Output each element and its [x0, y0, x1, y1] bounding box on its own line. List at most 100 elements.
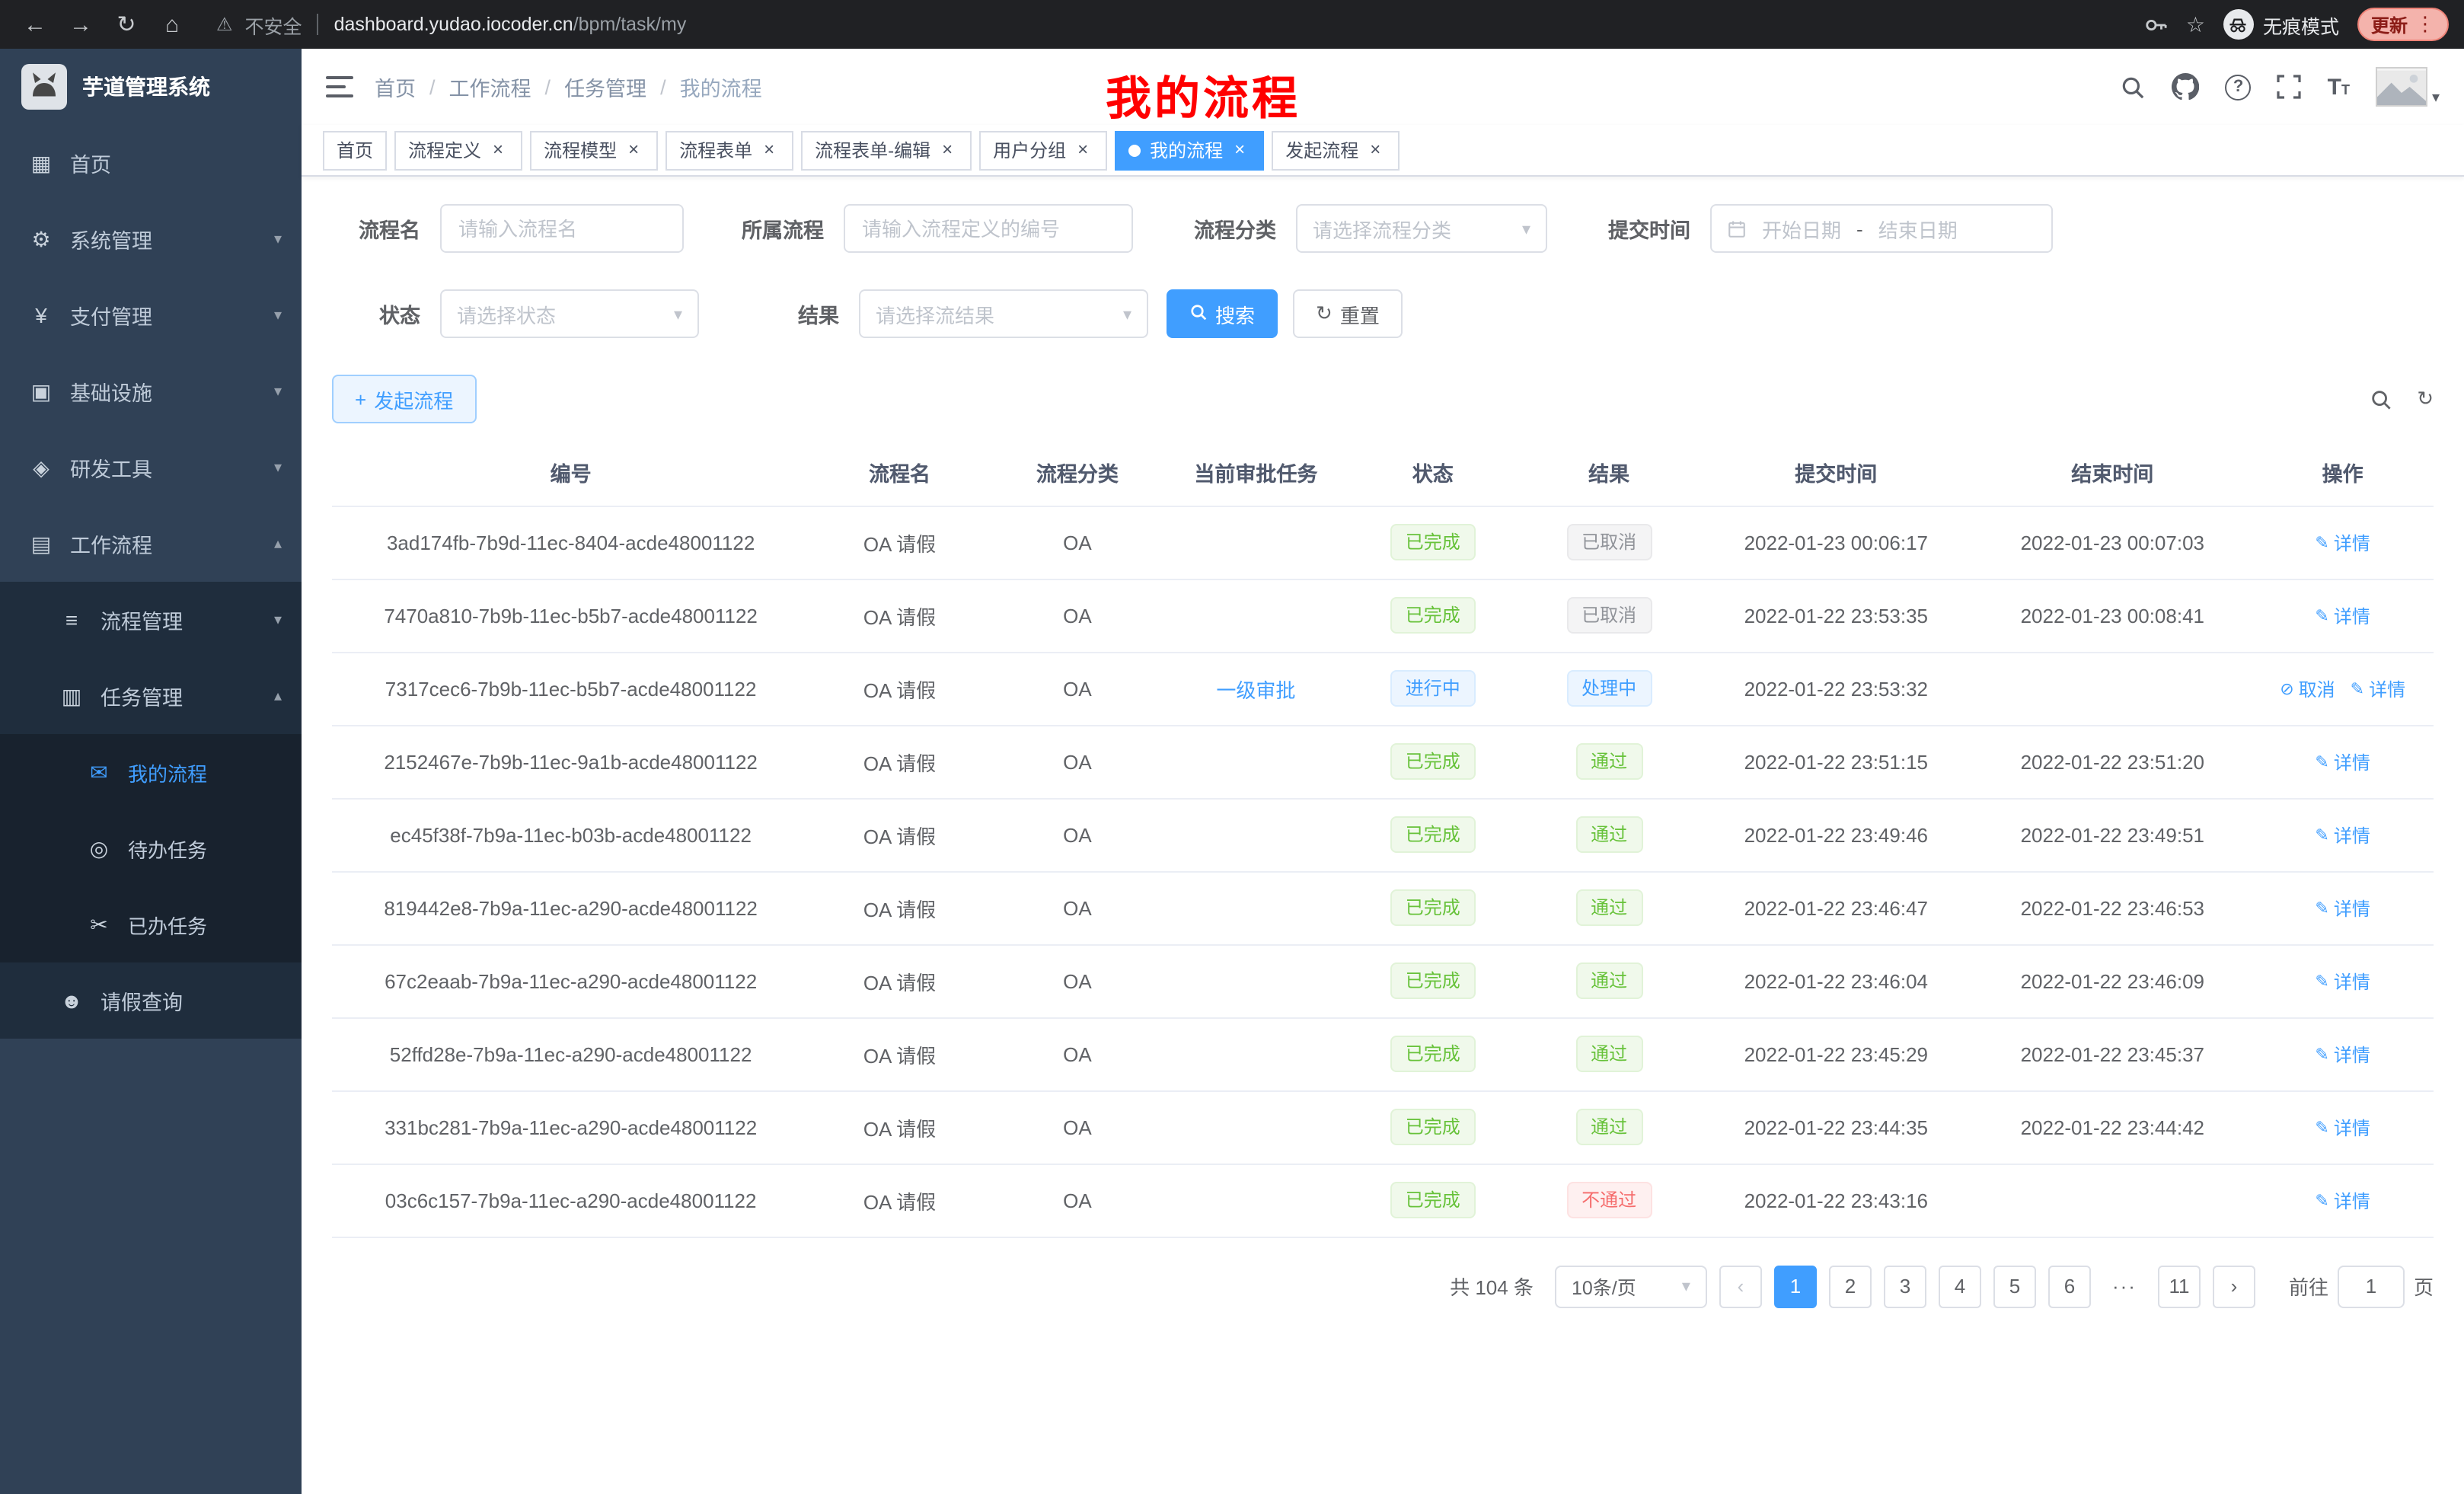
- result-badge: 通过: [1575, 962, 1642, 999]
- result-select[interactable]: 请选择流结果 ▾: [859, 289, 1148, 338]
- sidebar-item-process-management[interactable]: ≡ 流程管理 ▾: [0, 582, 302, 658]
- page-button[interactable]: 4: [1939, 1265, 1981, 1307]
- sidebar-item-devtools[interactable]: ◈ 研发工具 ▾: [0, 429, 302, 506]
- close-icon[interactable]: [1072, 139, 1093, 161]
- page-button[interactable]: 6: [2048, 1265, 2091, 1307]
- search-button[interactable]: 搜索: [1167, 289, 1278, 338]
- detail-link[interactable]: ✎详情: [2315, 1114, 2370, 1140]
- task-link[interactable]: 一级审批: [1216, 678, 1295, 701]
- detail-link[interactable]: ✎详情: [2315, 1041, 2370, 1067]
- more-pages-button[interactable]: ···: [2103, 1265, 2146, 1307]
- sidebar-item-system[interactable]: ⚙ 系统管理 ▾: [0, 201, 302, 277]
- sidebar-item-label: 首页: [70, 148, 111, 178]
- sidebar-item-infrastructure[interactable]: ▣ 基础设施 ▾: [0, 353, 302, 429]
- security-label[interactable]: 不安全: [245, 10, 302, 39]
- process-category-select[interactable]: 请选择流程分类 ▾: [1296, 204, 1547, 253]
- sidebar-item-label: 流程管理: [101, 605, 183, 635]
- breadcrumb-separator: /: [660, 75, 666, 98]
- toggle-search-icon[interactable]: [2370, 388, 2392, 410]
- tab-process-form-edit[interactable]: 流程表单-编辑: [801, 130, 972, 170]
- breadcrumb-separator: /: [429, 75, 436, 98]
- cell-result: 已取消: [1519, 579, 1700, 652]
- cell-name: OA 请假: [809, 579, 990, 652]
- cell-name: OA 请假: [809, 1164, 990, 1237]
- close-icon[interactable]: [937, 139, 958, 161]
- tab-process-model[interactable]: 流程模型: [530, 130, 658, 170]
- detail-label: 详情: [2334, 968, 2370, 994]
- help-icon[interactable]: ?: [2226, 74, 2252, 100]
- page-button[interactable]: 2: [1829, 1265, 1872, 1307]
- breadcrumb-item[interactable]: 任务管理: [564, 72, 646, 102]
- detail-link[interactable]: ✎详情: [2315, 602, 2370, 628]
- key-icon[interactable]: [2145, 13, 2168, 36]
- refresh-table-icon[interactable]: ↻: [2417, 387, 2434, 411]
- filter-label: 结果: [751, 298, 839, 329]
- font-size-icon[interactable]: TT: [2328, 74, 2350, 100]
- detail-link[interactable]: ✎详情: [2315, 749, 2370, 774]
- search-icon[interactable]: [2121, 74, 2146, 100]
- tab-process-definition[interactable]: 流程定义: [394, 130, 522, 170]
- start-process-button[interactable]: + 发起流程: [332, 375, 476, 423]
- menu-dots-icon[interactable]: ⋮: [2415, 12, 2435, 37]
- detail-link[interactable]: ✎详情: [2351, 675, 2405, 701]
- cell-category: OA: [990, 725, 1165, 798]
- home-icon[interactable]: ⌂: [152, 6, 192, 43]
- sidebar-item-todo-tasks[interactable]: ◎ 待办任务: [0, 810, 302, 886]
- cell-result: 通过: [1519, 1017, 1700, 1090]
- sidebar-item-my-process[interactable]: ✉ 我的流程: [0, 734, 302, 810]
- detail-link[interactable]: ✎详情: [2315, 822, 2370, 848]
- submit-time-range-picker[interactable]: 开始日期 - 结束日期: [1710, 204, 2053, 253]
- close-icon[interactable]: [1229, 139, 1250, 161]
- process-name-input[interactable]: [440, 204, 684, 253]
- caret-down-icon: ▾: [674, 304, 682, 324]
- page-button[interactable]: 5: [1993, 1265, 2036, 1307]
- tab-my-process[interactable]: 我的流程: [1115, 130, 1264, 170]
- goto-page-input[interactable]: [2338, 1265, 2405, 1307]
- breadcrumb-item[interactable]: 首页: [375, 72, 416, 102]
- breadcrumb-item[interactable]: 工作流程: [449, 72, 531, 102]
- tab-home[interactable]: 首页: [323, 130, 387, 170]
- page-button[interactable]: 1: [1774, 1265, 1817, 1307]
- cancel-link[interactable]: ⊘取消: [2280, 675, 2335, 701]
- close-icon[interactable]: [487, 139, 509, 161]
- hamburger-icon[interactable]: [326, 76, 353, 97]
- page-size-select[interactable]: 10条/页 ▾: [1555, 1265, 1707, 1307]
- process-definition-input[interactable]: [844, 204, 1133, 253]
- app-logo-row[interactable]: 芋道管理系统: [0, 49, 302, 125]
- status-select[interactable]: 请选择状态 ▾: [440, 289, 699, 338]
- page-button[interactable]: 11: [2158, 1265, 2201, 1307]
- warning-icon: ⚠: [216, 14, 233, 35]
- tab-user-group[interactable]: 用户分组: [979, 130, 1107, 170]
- user-avatar-menu[interactable]: ▾: [2376, 67, 2440, 107]
- close-icon[interactable]: [758, 139, 780, 161]
- close-icon[interactable]: [623, 139, 644, 161]
- prev-page-button[interactable]: ‹: [1719, 1265, 1762, 1307]
- sidebar-item-leave-query[interactable]: ☻ 请假查询: [0, 962, 302, 1039]
- fullscreen-icon[interactable]: [2277, 75, 2302, 99]
- sidebar-item-done-tasks[interactable]: ✂ 已办任务: [0, 886, 302, 962]
- detail-link[interactable]: ✎详情: [2315, 968, 2370, 994]
- reset-button[interactable]: ↻ 重置: [1293, 289, 1403, 338]
- address-bar[interactable]: ⚠ 不安全 dashboard.yudao.iocoder.cn/bpm/tas…: [216, 10, 2121, 39]
- browser-update-button[interactable]: 更新 ⋮: [2357, 8, 2449, 41]
- sidebar-item-workflow[interactable]: ▤ 工作流程 ▴: [0, 506, 302, 582]
- close-icon[interactable]: [1364, 139, 1386, 161]
- tab-process-form[interactable]: 流程表单: [665, 130, 793, 170]
- page-button[interactable]: 3: [1884, 1265, 1926, 1307]
- table-toolbar: + 发起流程 ↻: [332, 375, 2434, 423]
- url-text[interactable]: dashboard.yudao.iocoder.cn/bpm/task/my: [334, 14, 687, 35]
- reload-icon[interactable]: ↻: [107, 6, 146, 43]
- tab-start-process[interactable]: 发起流程: [1272, 130, 1400, 170]
- detail-link[interactable]: ✎详情: [2315, 1187, 2370, 1213]
- cell-status: 已完成: [1347, 871, 1519, 944]
- sidebar-item-payment[interactable]: ¥ 支付管理 ▾: [0, 277, 302, 353]
- forward-icon[interactable]: →: [61, 6, 101, 43]
- bookmark-star-icon[interactable]: ☆: [2186, 11, 2205, 37]
- detail-link[interactable]: ✎详情: [2315, 529, 2370, 555]
- back-icon[interactable]: ←: [15, 6, 55, 43]
- github-icon[interactable]: [2172, 73, 2200, 101]
- next-page-button[interactable]: ›: [2213, 1265, 2255, 1307]
- detail-link[interactable]: ✎详情: [2315, 895, 2370, 921]
- sidebar-item-task-management[interactable]: ▥ 任务管理 ▴: [0, 658, 302, 734]
- sidebar-item-home[interactable]: ▦ 首页: [0, 125, 302, 201]
